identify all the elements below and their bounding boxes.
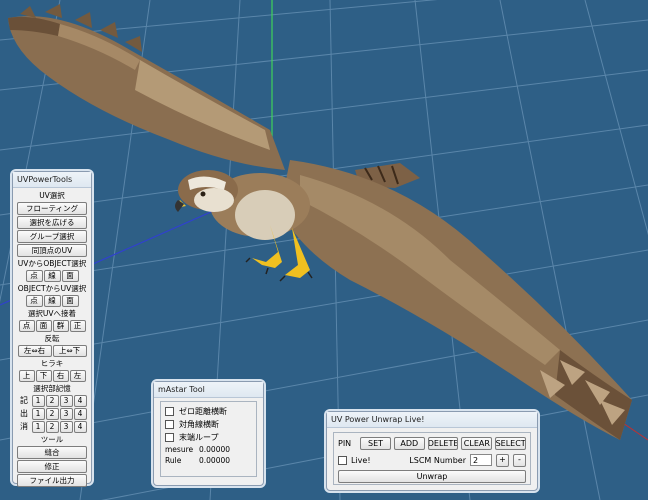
memory-label: 選択部記憶 <box>33 384 71 393</box>
group-select-button[interactable]: グループ選択 <box>17 230 87 243</box>
memory-recall-2-button[interactable]: 2 <box>45 408 59 420</box>
hawk-model[interactable] <box>8 4 632 440</box>
memory-clear-1-button[interactable]: 1 <box>31 421 45 433</box>
flip-up-down-button[interactable]: 上⇔下 <box>52 345 87 357</box>
object-to-uv-label: OBJECTからUV選択 <box>17 284 87 293</box>
zero-distance-label: ゼロ距離横断 <box>179 406 227 416</box>
align-down-button[interactable]: 下 <box>35 370 52 382</box>
3d-viewport[interactable] <box>0 0 648 500</box>
lscm-increment-button[interactable]: + <box>496 453 509 467</box>
snap-face-button[interactable]: 面 <box>35 320 52 332</box>
diagonal-crossing-option[interactable]: 対角線横断 <box>165 418 252 430</box>
object-to-uv-edge-button[interactable]: 線 <box>43 295 61 307</box>
mastar-tool-panel: mAstar Tool ゼロ距離横断 対角線横断 末端ループ mesure 0.… <box>153 381 264 486</box>
uv-to-object-face-button[interactable]: 面 <box>61 270 79 282</box>
memory-recall-4-button[interactable]: 4 <box>73 408 87 420</box>
uv-select-label: UV選択 <box>39 191 65 200</box>
lscm-decrement-button[interactable]: - <box>513 453 526 467</box>
align-left-button[interactable]: 左 <box>69 370 86 382</box>
mesure-row: mesure 0.00000 <box>165 444 252 455</box>
memory-recall-3-button[interactable]: 3 <box>59 408 73 420</box>
memory-clear-3-button[interactable]: 3 <box>59 421 73 433</box>
snap-vertex-button[interactable]: 点 <box>18 320 35 332</box>
pin-label: PIN <box>338 439 352 448</box>
snap-group-button[interactable]: 群 <box>52 320 69 332</box>
pin-clear-button[interactable]: CLEAR <box>461 437 493 450</box>
live-label: Live! <box>351 455 371 465</box>
uv-to-object-label: UVからOBJECT選択 <box>17 259 87 268</box>
memory-recall-label: 出 <box>20 409 28 418</box>
align-right-button[interactable]: 右 <box>52 370 69 382</box>
tool-label: ツール <box>40 435 64 444</box>
viewport-scene <box>0 0 648 500</box>
memory-recall-1-button[interactable]: 1 <box>31 408 45 420</box>
memory-store-4-button[interactable]: 4 <box>73 395 87 407</box>
memory-store-3-button[interactable]: 3 <box>59 395 73 407</box>
memory-clear-4-button[interactable]: 4 <box>73 421 87 433</box>
flip-left-right-button[interactable]: 左⇔右 <box>17 345 52 357</box>
file-output-button[interactable]: ファイル出力 <box>17 474 87 487</box>
snap-normal-button[interactable]: 正 <box>69 320 86 332</box>
floating-button[interactable]: フローティング <box>17 202 87 215</box>
flip-label: 反転 <box>44 334 60 343</box>
rule-value: 0.00000 <box>199 456 231 465</box>
memory-store-1-button[interactable]: 1 <box>31 395 45 407</box>
pin-add-button[interactable]: ADD <box>393 437 425 450</box>
live-checkbox[interactable] <box>338 455 347 465</box>
end-loop-label: 末端ループ <box>179 432 219 442</box>
lscm-number-label: LSCM Number <box>409 455 466 465</box>
unwrap-button[interactable]: Unwrap <box>338 470 526 483</box>
uvpowertools-panel: UVPowerTools UV選択 フローティング 選択を広げる グループ選択 … <box>12 171 92 487</box>
pin-delete-button[interactable]: DELETE <box>427 437 459 450</box>
memory-clear-2-button[interactable]: 2 <box>45 421 59 433</box>
uv-power-unwrap-panel: UV Power Unwrap Live! PIN SET ADD DELETE… <box>326 411 538 491</box>
merge-button[interactable]: 縫合 <box>17 446 87 459</box>
align-label: ヒラキ <box>40 359 64 368</box>
align-up-button[interactable]: 上 <box>18 370 35 382</box>
zero-distance-checkbox[interactable] <box>165 406 174 416</box>
fix-button[interactable]: 修正 <box>17 460 87 473</box>
lscm-number-field[interactable]: 2 <box>470 454 492 466</box>
unwrap-title[interactable]: UV Power Unwrap Live! <box>327 412 537 428</box>
memory-store-2-button[interactable]: 2 <box>45 395 59 407</box>
memory-store-label: 記 <box>20 396 28 405</box>
diagonal-label: 対角線横断 <box>179 419 219 429</box>
object-to-uv-face-button[interactable]: 面 <box>61 295 79 307</box>
mesure-label: mesure <box>165 445 194 454</box>
memory-clear-label: 消 <box>20 422 28 431</box>
diagonal-checkbox[interactable] <box>165 419 174 429</box>
uv-to-object-edge-button[interactable]: 線 <box>43 270 61 282</box>
pin-select-button[interactable]: SELECT <box>495 437 526 450</box>
end-loop-checkbox[interactable] <box>165 432 174 442</box>
rule-label: Rule <box>165 456 182 465</box>
grow-selection-button[interactable]: 選択を広げる <box>17 216 87 229</box>
pin-set-button[interactable]: SET <box>360 437 391 450</box>
snap-label: 選択UVへ接着 <box>27 309 77 318</box>
mastar-title[interactable]: mAstar Tool <box>154 382 263 398</box>
zero-distance-crossing-option[interactable]: ゼロ距離横断 <box>165 405 252 417</box>
same-vertex-uv-button[interactable]: 同頂点のUV <box>17 244 87 257</box>
uv-to-object-vertex-button[interactable]: 点 <box>25 270 43 282</box>
rule-row: Rule 0.00000 <box>165 455 252 466</box>
end-loop-option[interactable]: 末端ループ <box>165 431 252 443</box>
uvpowertools-title[interactable]: UVPowerTools <box>13 172 91 188</box>
mesure-value: 0.00000 <box>199 445 231 454</box>
object-to-uv-vertex-button[interactable]: 点 <box>25 295 43 307</box>
